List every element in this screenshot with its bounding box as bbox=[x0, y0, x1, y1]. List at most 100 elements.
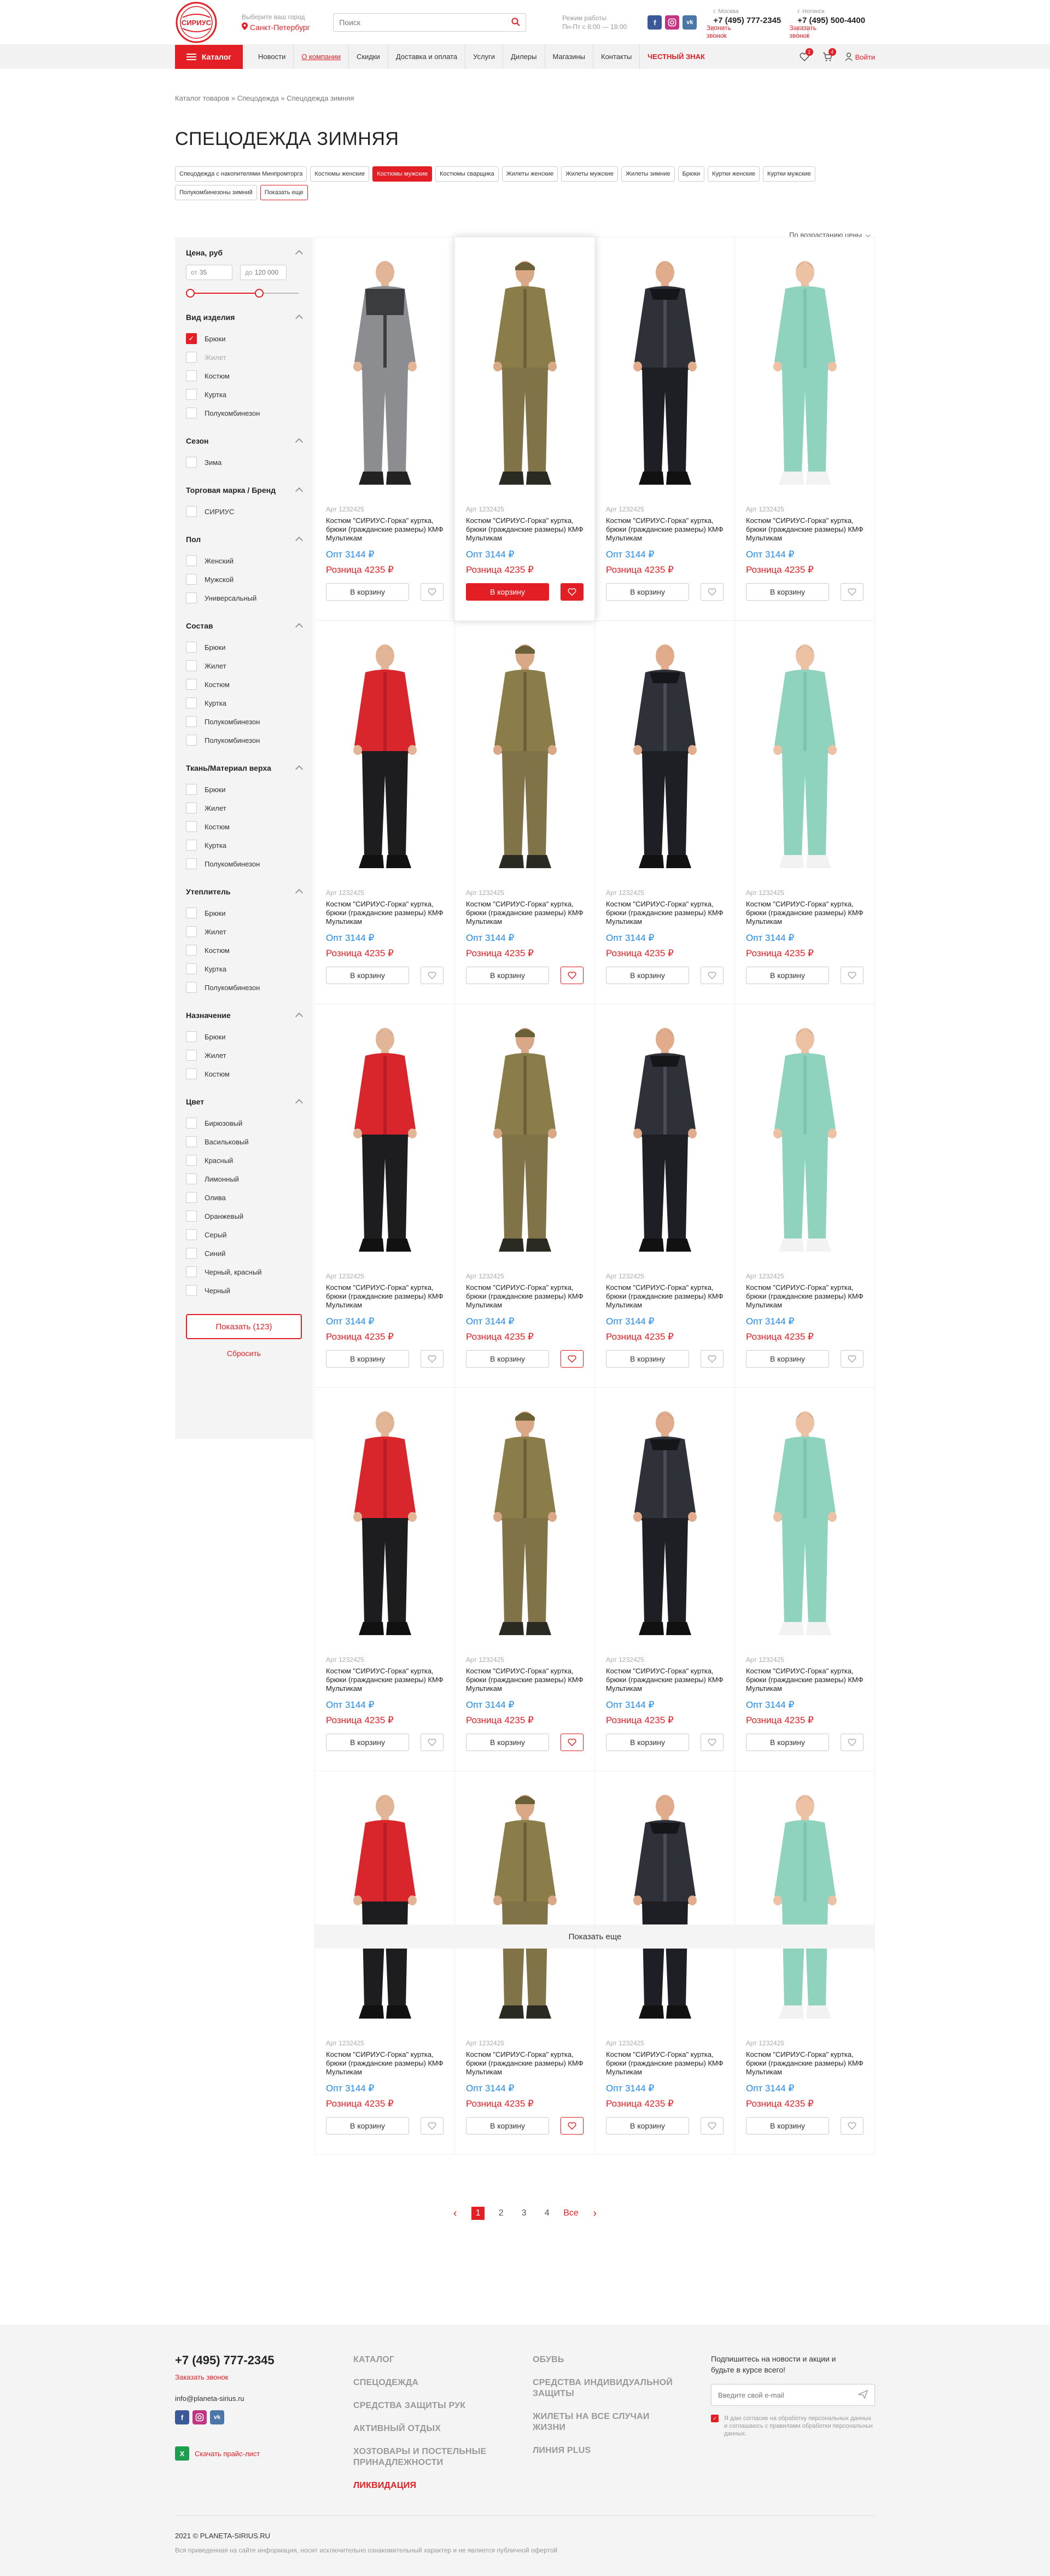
slider-handle-min[interactable] bbox=[186, 289, 195, 298]
footer-nav-link[interactable]: ЛИКВИДАЦИЯ bbox=[353, 2480, 490, 2491]
filter-checkbox[interactable] bbox=[186, 1118, 197, 1129]
add-to-cart-button[interactable]: В корзину bbox=[746, 583, 829, 601]
filter-option[interactable]: Полукомбинезон bbox=[186, 712, 302, 731]
nav-item[interactable]: Магазины bbox=[544, 45, 593, 69]
product-card[interactable]: Арт 1232425 Костюм "СИРИУС-Горка" куртка,… bbox=[734, 237, 875, 621]
chevron-up-icon[interactable] bbox=[295, 314, 304, 323]
facebook-icon[interactable]: f bbox=[175, 2410, 189, 2424]
filter-option[interactable]: Жилет bbox=[186, 799, 302, 817]
filter-checkbox[interactable] bbox=[186, 642, 197, 653]
product-image[interactable] bbox=[606, 1016, 724, 1263]
footer-nav-link[interactable]: СРЕДСТВА ЗАЩИТЫ РУК bbox=[353, 2400, 490, 2411]
filter-checkbox[interactable] bbox=[186, 457, 197, 468]
nav-item[interactable]: Скидки bbox=[348, 45, 388, 69]
filter-option[interactable]: Куртка bbox=[186, 385, 302, 404]
nav-item[interactable]: О компании bbox=[293, 45, 348, 69]
pager-page[interactable]: 2 bbox=[494, 2207, 508, 2220]
nav-item[interactable]: Контакты bbox=[593, 45, 639, 69]
product-image[interactable] bbox=[746, 633, 864, 879]
filter-option[interactable]: Красный bbox=[186, 1151, 302, 1170]
filter-checkbox[interactable] bbox=[186, 592, 197, 603]
product-card[interactable]: Арт 1232425 Костюм "СИРИУС-Горка" куртка,… bbox=[454, 1771, 595, 2155]
add-to-cart-button[interactable]: В корзину bbox=[326, 2117, 409, 2135]
filter-option[interactable]: Жилет bbox=[186, 922, 302, 941]
product-name[interactable]: Костюм "СИРИУС-Горка" куртка, брюки (гра… bbox=[606, 1667, 724, 1693]
search-icon[interactable] bbox=[511, 18, 520, 28]
subscribe-email-input[interactable] bbox=[718, 2391, 858, 2399]
favorite-button[interactable] bbox=[421, 583, 444, 601]
footer-email[interactable]: info@planeta-sirius.ru bbox=[175, 2394, 275, 2403]
add-to-cart-button[interactable]: В корзину bbox=[746, 1350, 829, 1368]
product-card[interactable]: Арт 1232425 Костюм "СИРИУС-Горка" куртка,… bbox=[734, 1771, 875, 2155]
breadcrumb[interactable]: Каталог товаров » Спецодежда » Спецодежд… bbox=[175, 94, 875, 102]
category-chip[interactable]: Спецодежда с накопителями Минпромторга bbox=[175, 166, 307, 182]
filter-checkbox[interactable] bbox=[186, 963, 197, 974]
filter-checkbox[interactable] bbox=[186, 1136, 197, 1147]
filter-checkbox[interactable] bbox=[186, 370, 197, 381]
filter-option[interactable]: Зима bbox=[186, 453, 302, 472]
filter-checkbox[interactable] bbox=[186, 1192, 197, 1203]
add-to-cart-button[interactable]: В корзину bbox=[326, 583, 409, 601]
nav-item[interactable]: Дилеры bbox=[503, 45, 544, 69]
add-to-cart-button[interactable]: В корзину bbox=[466, 1350, 549, 1368]
product-image[interactable] bbox=[466, 1400, 584, 1646]
favorite-button[interactable] bbox=[421, 1734, 444, 1751]
product-name[interactable]: Костюм "СИРИУС-Горка" куртка, брюки (гра… bbox=[606, 1283, 724, 1310]
filter-checkbox[interactable] bbox=[186, 784, 197, 795]
product-card[interactable]: Арт 1232425 Костюм "СИРИУС-Горка" куртка,… bbox=[594, 237, 735, 621]
filter-option[interactable]: Куртка bbox=[186, 694, 302, 712]
footer-nav-link[interactable]: СПЕЦОДЕЖДА bbox=[353, 2377, 490, 2388]
pricelist-link[interactable]: X Скачать прайс-лист bbox=[175, 2446, 275, 2461]
product-card[interactable]: Арт 1232425 Костюм "СИРИУС-Горка" куртка,… bbox=[594, 1004, 735, 1388]
filter-option[interactable]: Женский bbox=[186, 551, 302, 570]
product-card[interactable]: Арт 1232425 Костюм "СИРИУС-Горка" куртка,… bbox=[314, 1387, 455, 1771]
product-name[interactable]: Костюм "СИРИУС-Горка" куртка, брюки (гра… bbox=[606, 516, 724, 543]
filter-checkbox[interactable] bbox=[186, 574, 197, 585]
send-icon[interactable] bbox=[857, 2389, 868, 2400]
filter-option[interactable]: Костюм bbox=[186, 367, 302, 385]
product-card[interactable]: Арт 1232425 Костюм "СИРИУС-Горка" куртка,… bbox=[314, 237, 455, 621]
product-image[interactable] bbox=[606, 633, 724, 879]
favorite-button[interactable] bbox=[701, 583, 724, 601]
show-results-button[interactable]: Показать (123) bbox=[186, 1314, 302, 1339]
product-name[interactable]: Костюм "СИРИУС-Горка" куртка, брюки (гра… bbox=[326, 900, 444, 926]
filter-checkbox[interactable] bbox=[186, 660, 197, 671]
filter-checkbox[interactable] bbox=[186, 697, 197, 708]
product-photo[interactable] bbox=[470, 638, 580, 879]
chevron-up-icon[interactable] bbox=[295, 536, 304, 545]
chevron-up-icon[interactable] bbox=[295, 888, 304, 897]
filter-option[interactable]: Олива bbox=[186, 1188, 302, 1207]
product-photo[interactable] bbox=[610, 255, 720, 496]
product-photo[interactable] bbox=[750, 255, 860, 496]
filter-checkbox[interactable] bbox=[186, 506, 197, 517]
add-to-cart-button[interactable]: В корзину bbox=[606, 1350, 689, 1368]
product-image[interactable] bbox=[466, 1783, 584, 2030]
add-to-cart-button[interactable]: В корзину bbox=[746, 1734, 829, 1751]
category-chip[interactable]: Костюмы женские bbox=[310, 166, 370, 182]
footer-nav-link[interactable]: АКТИВНЫЙ ОТДЫХ bbox=[353, 2423, 490, 2434]
price-from-input[interactable] bbox=[199, 269, 227, 276]
filter-checkbox[interactable] bbox=[186, 352, 197, 363]
product-name[interactable]: Костюм "СИРИУС-Горка" куртка, брюки (гра… bbox=[326, 516, 444, 543]
product-photo[interactable] bbox=[470, 1022, 580, 1263]
filter-checkbox[interactable] bbox=[186, 1155, 197, 1166]
filter-option[interactable]: Мужской bbox=[186, 570, 302, 589]
product-name[interactable]: Костюм "СИРИУС-Горка" куртка, брюки (гра… bbox=[746, 1667, 864, 1693]
filter-option[interactable]: Черный bbox=[186, 1281, 302, 1300]
product-photo[interactable] bbox=[610, 1405, 720, 1646]
filter-checkbox[interactable] bbox=[186, 1031, 197, 1042]
product-image[interactable] bbox=[326, 249, 444, 496]
filter-option[interactable]: Черный, красный bbox=[186, 1263, 302, 1281]
product-photo[interactable] bbox=[330, 1405, 440, 1646]
favorite-button[interactable] bbox=[561, 2117, 584, 2135]
filter-option[interactable]: Лимонный bbox=[186, 1170, 302, 1188]
nav-item[interactable]: Новости bbox=[253, 45, 293, 69]
chevron-up-icon[interactable] bbox=[295, 438, 304, 446]
product-card[interactable]: Арт 1232425 Костюм "СИРИУС-Горка" куртка,… bbox=[314, 1771, 455, 2155]
filter-checkbox[interactable] bbox=[186, 926, 197, 937]
pager-page[interactable]: 4 bbox=[540, 2207, 553, 2220]
product-photo[interactable] bbox=[330, 255, 440, 496]
product-name[interactable]: Костюм "СИРИУС-Горка" куртка, брюки (гра… bbox=[326, 2050, 444, 2077]
product-image[interactable] bbox=[326, 1400, 444, 1646]
login-link[interactable]: Войти bbox=[845, 53, 875, 61]
